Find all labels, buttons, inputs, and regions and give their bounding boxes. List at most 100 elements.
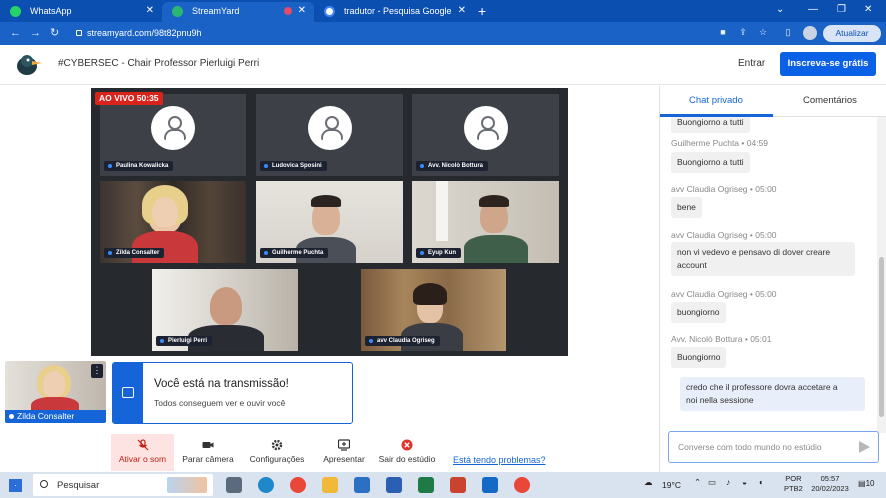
chat-message-list[interactable]: Buongiorno a tutti Guilherme Puchta • 04…	[660, 117, 877, 433]
settings-label: Configurações	[249, 454, 305, 464]
tab-private-chat[interactable]: Chat privado	[689, 95, 743, 106]
unmute-button[interactable]: Ativar o som	[111, 434, 174, 471]
participant-video[interactable]: Zilda Consalter	[100, 181, 246, 263]
address-bar-row: ← → ↻ streamyard.com/98t82pnu9h ■ ⇪ ☆ ▯ …	[0, 22, 886, 45]
participant-body	[132, 231, 198, 263]
chat-author: avv Claudia Ogriseg	[671, 184, 748, 194]
input-language[interactable]: POR PTB2	[784, 474, 803, 494]
portrait-icon	[122, 387, 134, 398]
chat-message-meta: avv Claudia Ogriseg • 05:00	[671, 289, 777, 299]
self-view-tile[interactable]: ⋮ Zilda Consalter	[5, 361, 106, 423]
chat-scrollbar[interactable]	[877, 117, 886, 433]
chat-message-meta: Guilherme Puchta • 04:59	[671, 138, 769, 148]
microphone-muted-icon	[137, 439, 148, 451]
chat-author: Guilherme Puchta	[671, 138, 740, 148]
minimize-icon[interactable]: —	[808, 2, 818, 18]
tab-google-search[interactable]: tradutor - Pesquisa Google ✕	[314, 2, 474, 22]
back-icon[interactable]: ←	[10, 25, 21, 41]
chat-own-message: credo che il professore dovra accetare a…	[680, 377, 865, 411]
tab-search-icon[interactable]: ⌄	[776, 2, 784, 18]
user-placeholder-icon	[307, 106, 352, 151]
mail-icon[interactable]	[354, 477, 370, 493]
weather-icon[interactable]: ☁	[644, 477, 653, 488]
windows-start-icon[interactable]	[9, 479, 22, 492]
forward-icon[interactable]: →	[30, 25, 41, 41]
chevron-up-icon[interactable]: ⌃	[694, 477, 701, 488]
share-icon[interactable]: ⇪	[738, 27, 748, 37]
taskbar-clock[interactable]: 05:57 20/02/2023	[808, 474, 852, 494]
new-tab-button[interactable]: +	[478, 2, 486, 20]
lock-icon	[76, 30, 82, 36]
status-title: Você está na transmissão!	[154, 378, 289, 390]
weather-temperature[interactable]: 19°C	[662, 480, 681, 490]
live-timer-badge: AO VIVO 50:35	[95, 92, 163, 105]
scrollbar-thumb[interactable]	[879, 257, 884, 417]
status-card-sidebar	[113, 363, 143, 423]
notifications-icon[interactable]: ▤10	[858, 479, 874, 488]
close-icon[interactable]: ✕	[146, 2, 154, 20]
participant-video[interactable]: avv Claudia Ogriseg	[361, 269, 506, 351]
having-problems-link[interactable]: Está tendo problemas?	[453, 455, 546, 465]
battery-icon[interactable]: ▭	[708, 477, 716, 488]
word-icon[interactable]	[386, 477, 402, 493]
restore-icon[interactable]: ❐	[837, 2, 846, 18]
close-icon[interactable]: ✕	[298, 2, 306, 20]
on-broadcast-card: Você está na transmissão! Todos consegue…	[112, 362, 353, 424]
chat-message-text: buongiorno	[671, 302, 726, 323]
chat-message-text: Buongiorno a tutti	[671, 117, 750, 133]
tab-title: WhatsApp	[30, 6, 72, 16]
window-close-icon[interactable]: ✕	[864, 2, 872, 18]
participant-tile[interactable]: Ludovica Sposini	[256, 94, 403, 176]
reload-icon[interactable]: ↻	[50, 25, 59, 41]
participant-tile[interactable]: Paulina Kowalicka	[100, 94, 246, 176]
chat-input[interactable]	[669, 432, 854, 462]
present-button[interactable]: Apresentar	[315, 434, 373, 471]
chat-author: Avv. Nicolò Bottura	[671, 334, 743, 344]
participant-face	[152, 197, 178, 227]
participant-hair	[311, 195, 341, 207]
tab-comments[interactable]: Comentários	[803, 95, 857, 106]
bookmark-star-icon[interactable]: ☆	[758, 27, 768, 37]
speaker-icon[interactable]: ♪	[726, 477, 730, 487]
tab-whatsapp[interactable]: WhatsApp ✕	[0, 2, 162, 22]
clock-time: 05:57	[820, 474, 840, 483]
google-icon	[324, 6, 335, 17]
participant-name: Pierluigi Perri	[156, 336, 213, 346]
task-view-icon[interactable]	[226, 477, 242, 493]
url-field[interactable]: streamyard.com/98t82pnu9h	[76, 26, 202, 40]
file-explorer-icon[interactable]	[322, 477, 338, 493]
settings-button[interactable]: Configurações	[243, 434, 311, 471]
outlook-icon[interactable]	[482, 477, 498, 493]
network-icon[interactable]: ◒	[742, 477, 747, 487]
leave-studio-button[interactable]: Sair do estúdio	[373, 434, 441, 471]
chrome-icon[interactable]	[290, 477, 306, 493]
camera-in-use-icon[interactable]: ■	[718, 27, 728, 37]
stop-camera-button[interactable]: Parar câmera	[177, 434, 239, 471]
profile-avatar[interactable]	[803, 26, 817, 40]
volume-icon[interactable]: ◖	[758, 477, 763, 487]
side-panel-icon[interactable]: ▯	[783, 27, 793, 37]
tab-streamyard[interactable]: StreamYard ✕	[162, 2, 314, 22]
send-icon[interactable]	[859, 441, 870, 453]
chrome-active-icon[interactable]	[514, 477, 530, 493]
participant-tile[interactable]: Avv. Nicolò Bottura	[412, 94, 559, 176]
more-options-icon[interactable]: ⋮	[91, 364, 103, 378]
taskbar-search[interactable]: Pesquisar	[33, 474, 213, 496]
update-browser-button[interactable]: Atualizar	[823, 25, 881, 42]
search-icon	[40, 480, 48, 488]
language-code: POR	[785, 474, 802, 483]
chat-message-line: noi nella sessione	[686, 395, 754, 405]
edge-icon[interactable]	[258, 477, 274, 493]
chat-time: 05:01	[750, 334, 772, 344]
whatsapp-icon	[10, 6, 21, 17]
powerpoint-icon[interactable]	[450, 477, 466, 493]
participant-face	[43, 371, 65, 397]
participant-video[interactable]: Eyup Kun	[412, 181, 559, 263]
close-icon[interactable]: ✕	[458, 2, 466, 20]
participant-video[interactable]: Pierluigi Perri	[152, 269, 298, 351]
excel-icon[interactable]	[418, 477, 434, 493]
signup-button[interactable]: Inscreva-se grátis	[780, 52, 876, 76]
participant-body	[464, 235, 528, 263]
sign-in-link[interactable]: Entrar	[738, 58, 765, 69]
participant-video[interactable]: Guilherme Puchta	[256, 181, 403, 263]
